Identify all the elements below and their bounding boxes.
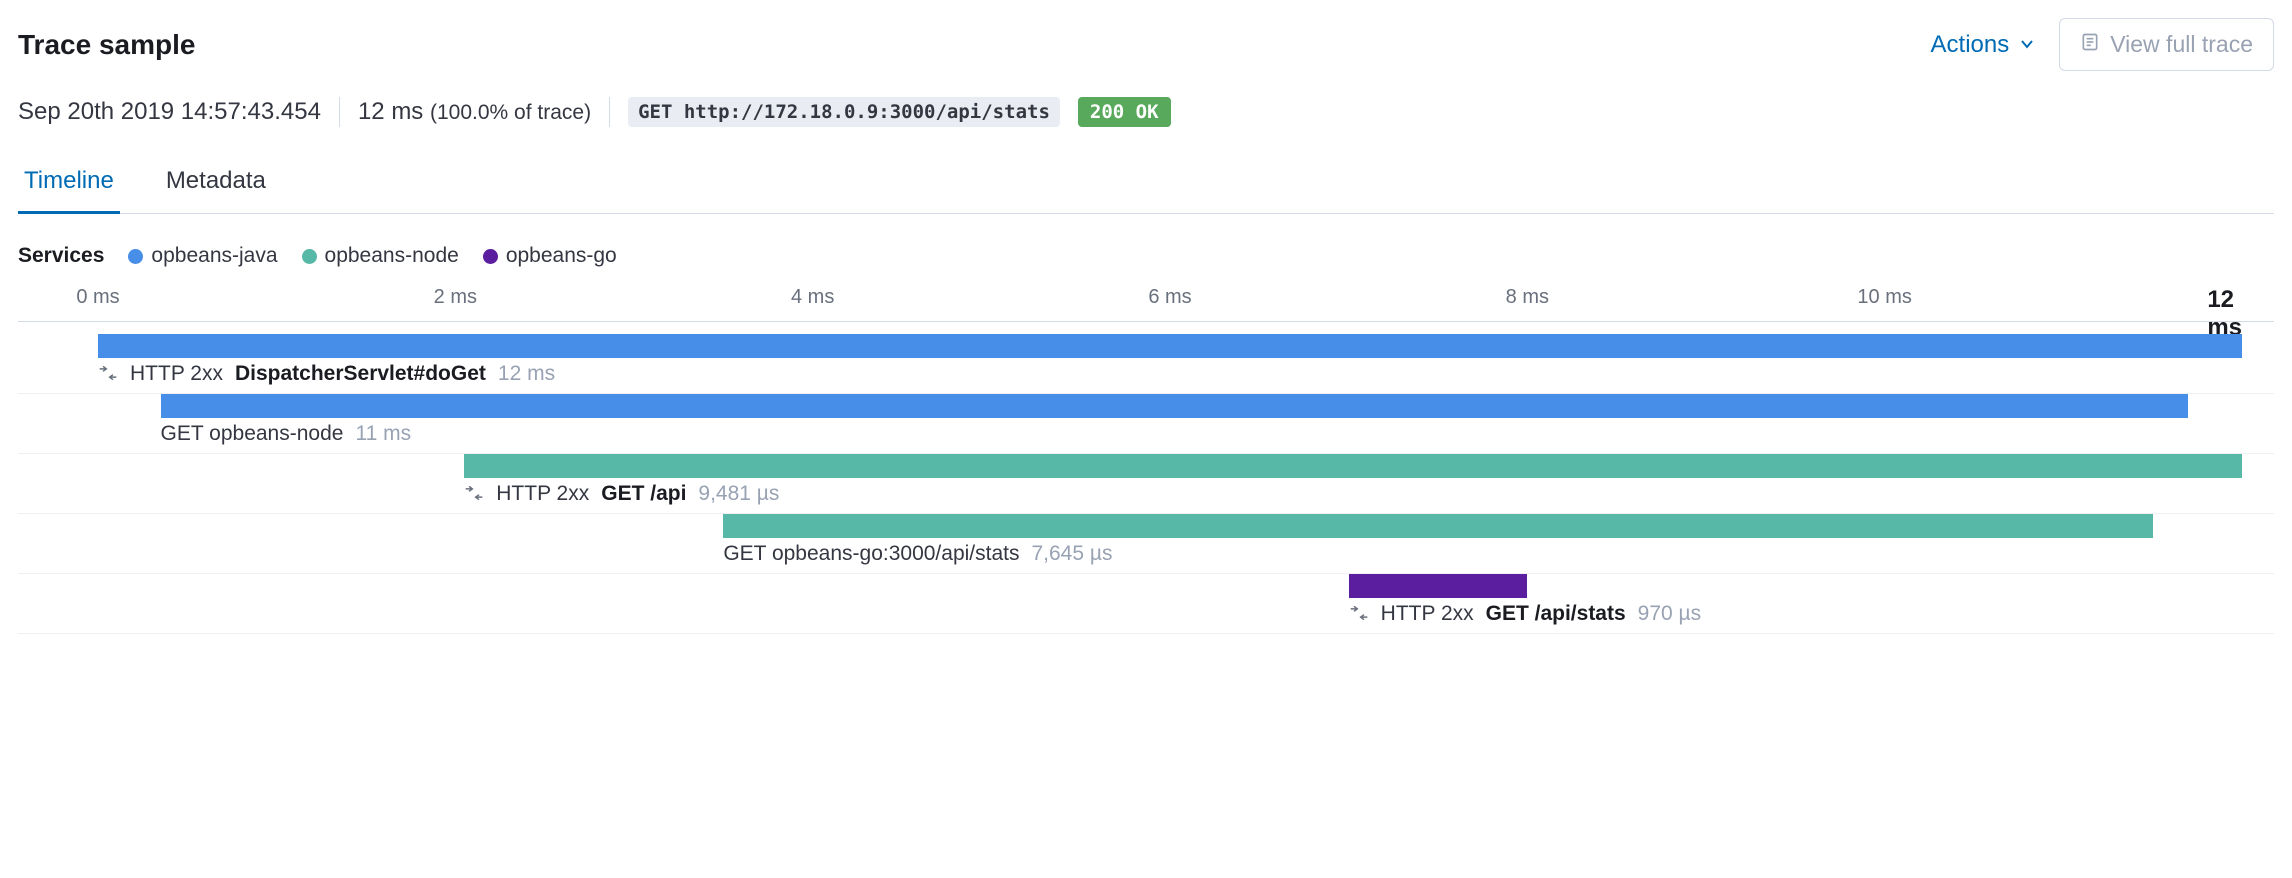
trace-timestamp: Sep 20th 2019 14:57:43.454 (18, 98, 321, 126)
span-bar[interactable] (98, 334, 2242, 358)
legend-item: opbeans-go (483, 244, 617, 268)
span-name: GET opbeans-go:3000/api/stats (723, 542, 1019, 566)
http-status: HTTP 2xx (1381, 602, 1474, 626)
span-name: GET opbeans-node (161, 422, 344, 446)
incoming-request-icon (1349, 602, 1369, 626)
legend-dot (302, 249, 317, 264)
legend-text: opbeans-java (151, 244, 277, 268)
span-duration: 7,645 µs (1031, 542, 1112, 566)
span-duration: 12 ms (498, 362, 555, 386)
span-name: GET /api (601, 482, 686, 506)
axis-tick: 2 ms (434, 286, 477, 309)
legend-text: opbeans-go (506, 244, 617, 268)
status-badge: 200 OK (1078, 97, 1171, 127)
actions-label: Actions (1931, 31, 2010, 59)
span-label: HTTP 2xx GET /api/stats 970 µs (1349, 602, 1702, 626)
document-icon (2080, 31, 2100, 58)
span-row[interactable]: GET opbeans-go:3000/api/stats 7,645 µs (18, 514, 2274, 574)
trace-percentage: (100.0% of trace) (430, 101, 591, 124)
axis-tick: 0 ms (76, 286, 119, 309)
legend-text: opbeans-node (325, 244, 459, 268)
span-label: GET opbeans-go:3000/api/stats 7,645 µs (723, 542, 1112, 566)
span-label: HTTP 2xx DispatcherServlet#doGet 12 ms (98, 362, 555, 386)
span-row[interactable]: HTTP 2xx GET /api 9,481 µs (18, 454, 2274, 514)
services-legend: Services opbeans-java opbeans-node opbea… (18, 244, 2274, 268)
timeline-chart: 0 ms 2 ms 4 ms 6 ms 8 ms 10 ms 12 ms HTTP 2xx D… (18, 286, 2274, 634)
time-axis: 0 ms2 ms4 ms6 ms8 ms10 ms12 ms (18, 286, 2274, 322)
chevron-down-icon (2019, 31, 2035, 59)
span-duration: 9,481 µs (698, 482, 779, 506)
http-status: HTTP 2xx (130, 362, 223, 386)
legend-item: opbeans-java (128, 244, 277, 268)
trace-duration: 12 ms (358, 98, 423, 125)
actions-dropdown[interactable]: Actions (1931, 31, 2036, 59)
legend-item: opbeans-node (302, 244, 459, 268)
view-full-trace-button[interactable]: View full trace (2059, 18, 2274, 71)
legend-dot (483, 249, 498, 264)
span-name: GET /api/stats (1486, 602, 1626, 626)
span-name: DispatcherServlet#doGet (235, 362, 486, 386)
axis-tick: 6 ms (1148, 286, 1191, 309)
http-status: HTTP 2xx (496, 482, 589, 506)
span-row[interactable]: HTTP 2xx DispatcherServlet#doGet 12 ms (18, 334, 2274, 394)
axis-tick: 4 ms (791, 286, 834, 309)
page-title: Trace sample (18, 29, 195, 61)
span-bar[interactable] (464, 454, 2242, 478)
span-bar[interactable] (1349, 574, 1528, 598)
tab-metadata[interactable]: Metadata (160, 167, 272, 213)
span-duration: 970 µs (1638, 602, 1701, 626)
legend-dot (128, 249, 143, 264)
span-bar[interactable] (161, 394, 2189, 418)
span-bar[interactable] (723, 514, 2152, 538)
separator (339, 97, 340, 127)
trace-meta: Sep 20th 2019 14:57:43.454 12 ms (100.0%… (18, 97, 2274, 127)
tabs: Timeline Metadata (18, 167, 2274, 214)
span-row[interactable]: GET opbeans-node 11 ms (18, 394, 2274, 454)
span-label: GET opbeans-node 11 ms (161, 422, 412, 446)
separator (609, 97, 610, 127)
span-row[interactable]: HTTP 2xx GET /api/stats 970 µs (18, 574, 2274, 634)
span-label: HTTP 2xx GET /api 9,481 µs (464, 482, 779, 506)
view-full-trace-label: View full trace (2110, 31, 2253, 58)
span-duration: 11 ms (355, 422, 411, 446)
axis-tick: 8 ms (1506, 286, 1549, 309)
axis-tick: 10 ms (1857, 286, 1911, 309)
incoming-request-icon (98, 362, 118, 386)
tab-timeline[interactable]: Timeline (18, 167, 120, 214)
request-badge: GET http://172.18.0.9:3000/api/stats (628, 97, 1060, 127)
incoming-request-icon (464, 482, 484, 506)
services-label: Services (18, 244, 104, 268)
span-rows: HTTP 2xx DispatcherServlet#doGet 12 ms GET … (18, 334, 2274, 634)
